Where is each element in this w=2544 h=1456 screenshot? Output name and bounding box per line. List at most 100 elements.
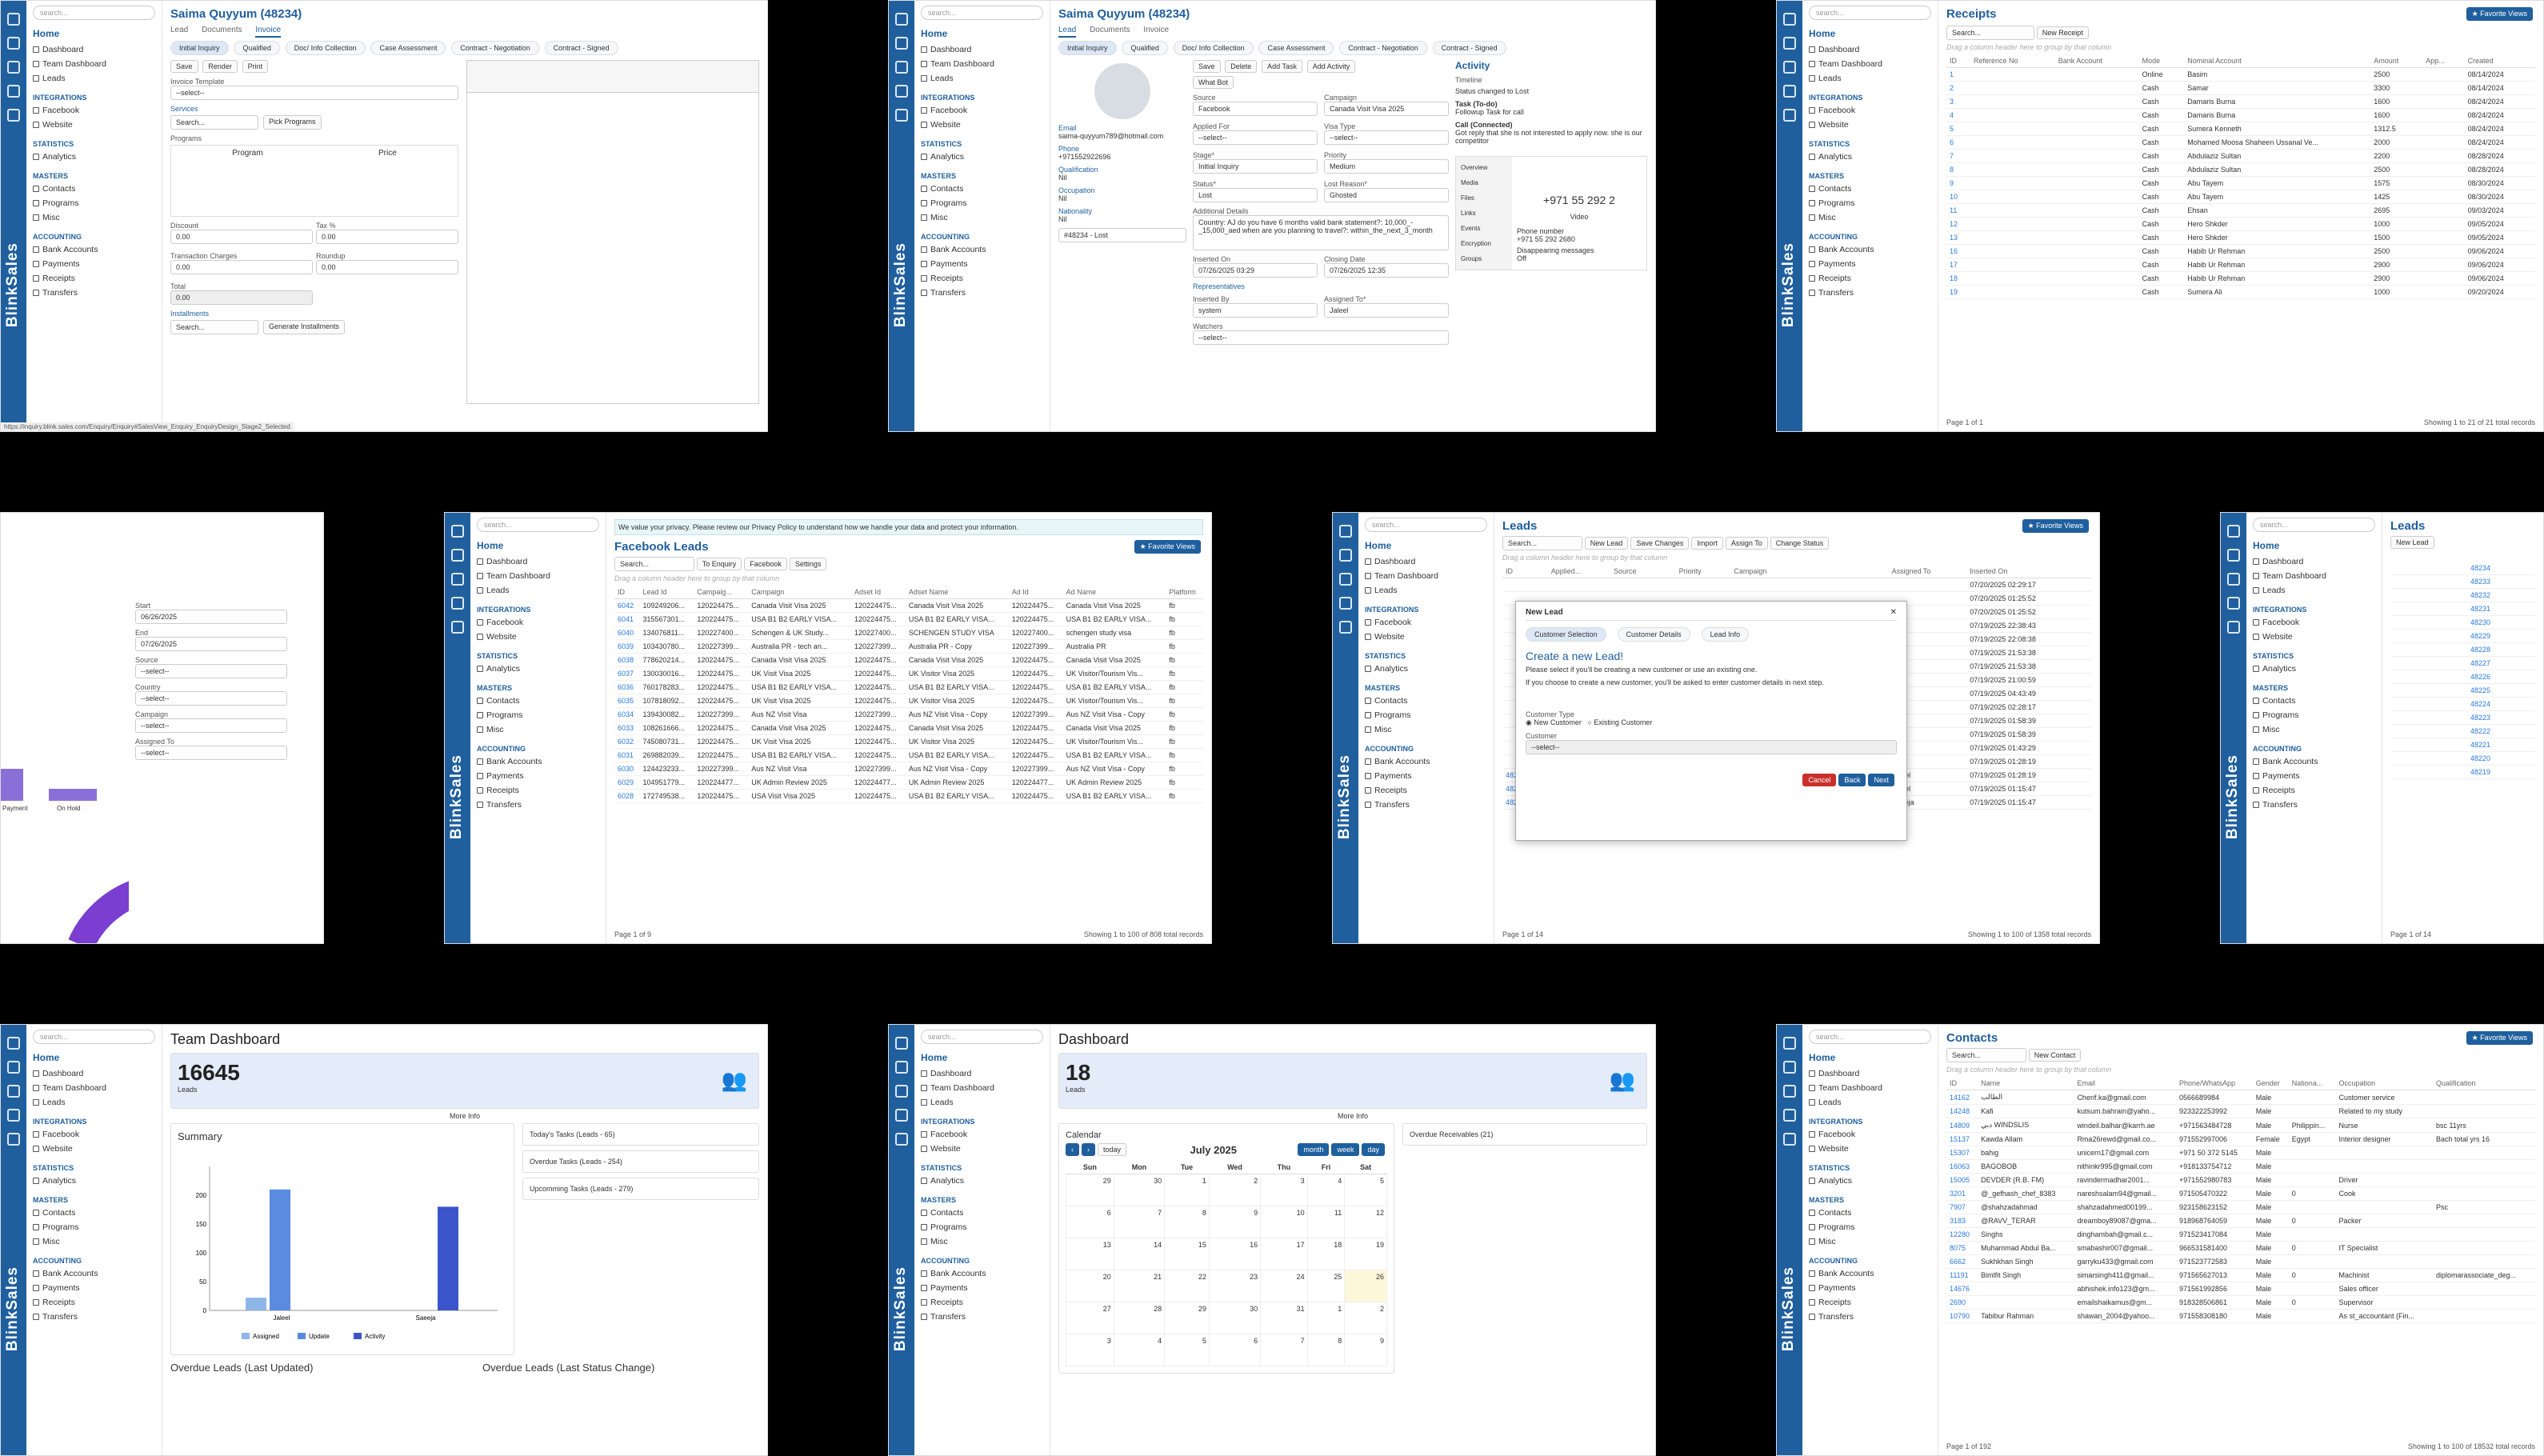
additional-details-textarea[interactable]: Country: AJ do you have 6 months valid b… — [1193, 215, 1449, 250]
home-icon[interactable] — [895, 1037, 908, 1050]
today-button[interactable]: today — [1098, 1143, 1127, 1156]
sidebar-item-payments[interactable]: Payments — [33, 257, 155, 271]
sidebar-item-misc[interactable]: Misc — [1365, 722, 1487, 737]
sidebar-item-team-dashboard[interactable]: Team Dashboard — [477, 569, 599, 583]
table-cell[interactable]: 2690 — [1946, 1295, 1978, 1310]
overdue-receivables[interactable]: Overdue Receivables (21) — [1402, 1123, 1647, 1146]
tab-documents[interactable]: Documents — [1090, 26, 1130, 36]
sidebar-item-transfers[interactable]: Transfers — [1365, 798, 1487, 812]
table-row[interactable]: 6030 124423233... 120227399... Aus NZ Visit… — [614, 762, 1203, 776]
calendar-day[interactable]: 29 — [1164, 1302, 1210, 1334]
sidebar-item-facebook[interactable]: Facebook — [921, 103, 1043, 118]
calendar-day[interactable]: 23 — [1208, 1270, 1262, 1302]
list-item[interactable]: 48228 — [2390, 643, 2535, 657]
sidebar-item-dashboard[interactable]: Dashboard — [1365, 554, 1487, 569]
sidebar-item-payments[interactable]: Payments — [1809, 257, 1931, 271]
campaign-select[interactable]: Canada Visit Visa 2025 — [1324, 102, 1449, 116]
sidebar-item-analytics[interactable]: Analytics — [477, 662, 599, 676]
sidebar-item-bank-accounts[interactable]: Bank Accounts — [1809, 242, 1931, 257]
table-cell[interactable]: 18 — [1946, 271, 1970, 286]
table-row[interactable]: 15307 bahig unicern17@gmail.com +971 50 372… — [1946, 1146, 2535, 1160]
column-header[interactable]: Email — [2074, 1077, 2176, 1090]
table-row[interactable]: 10790 Tabibur Rahman shawan_2004@yahoo... 9… — [1946, 1309, 2535, 1323]
favorite-views-button[interactable]: ★ Favorite Views — [2466, 7, 2533, 21]
table-cell[interactable]: 16063 — [1946, 1159, 1978, 1174]
sidebar-item-leads[interactable]: Leads — [477, 583, 599, 598]
sidebar-item-contacts[interactable]: Contacts — [1809, 182, 1931, 196]
tab-invoice[interactable]: Invoice — [255, 26, 282, 38]
services-search[interactable]: Search... — [170, 115, 258, 130]
table-row[interactable]: 4 Cash Damaris Burna 1600 08/24/2024 — [1946, 108, 2535, 122]
calendar-day[interactable]: 26 — [1344, 1270, 1387, 1302]
calendar-day[interactable]: 7 — [1113, 1206, 1166, 1238]
calendar-day[interactable]: 22 — [1164, 1270, 1210, 1302]
table-cell[interactable]: 14162 — [1946, 1090, 1978, 1105]
sidebar-item-dashboard[interactable]: Dashboard — [33, 1066, 155, 1081]
calendar-day[interactable]: 28 — [1113, 1302, 1166, 1334]
calendar-day[interactable]: 9 — [1208, 1206, 1262, 1238]
status-select[interactable]: Lost — [1193, 188, 1318, 202]
calendar-day[interactable]: 9 — [1344, 1334, 1387, 1366]
import-button[interactable]: Import — [1691, 537, 1723, 550]
sidebar-item-team-dashboard[interactable]: Team Dashboard — [921, 1081, 1043, 1095]
sidebar-item-bank-accounts[interactable]: Bank Accounts — [33, 242, 155, 257]
table-cell[interactable]: 3 — [1946, 94, 1970, 109]
sidebar-home[interactable]: Home — [2253, 538, 2375, 554]
sidebar-item-leads[interactable]: Leads — [921, 71, 1043, 86]
table-row[interactable]: 2690 emailshaikamus@gm... 918328506861 Male… — [1946, 1295, 2535, 1310]
change-status-button[interactable]: Change Status — [1770, 537, 1830, 550]
sidebar-item-facebook[interactable]: Facebook — [921, 1127, 1043, 1142]
overdue-tasks[interactable]: Overdue Tasks (Leads - 254) — [522, 1150, 759, 1173]
sidebar-item-receipts[interactable]: Receipts — [2253, 783, 2375, 798]
column-header[interactable]: Applied... — [1547, 565, 1610, 578]
table-row[interactable]: 5 Cash Sumera Kenneth 1312.5 08/24/2024 — [1946, 122, 2535, 136]
tab-lead[interactable]: Lead — [170, 26, 188, 36]
chart-icon[interactable] — [895, 85, 908, 98]
table-cell[interactable]: 10790 — [1946, 1309, 1978, 1323]
table-cell[interactable]: 6662 — [1946, 1254, 1978, 1269]
calendar-day[interactable]: 21 — [1113, 1270, 1166, 1302]
applied-select[interactable]: --select-- — [1193, 130, 1318, 145]
table-cell[interactable]: 14676 — [1946, 1282, 1978, 1296]
table-cell[interactable]: 6040 — [614, 626, 640, 640]
table-row[interactable]: 12 Cash Hero Shkder 1000 09/05/2024 — [1946, 217, 2535, 231]
table-cell[interactable]: 2 — [1946, 81, 1970, 95]
sidebar-item-payments[interactable]: Payments — [1809, 1281, 1931, 1295]
table-cell[interactable]: 17 — [1946, 258, 1970, 272]
sidebar-item-analytics[interactable]: Analytics — [1365, 662, 1487, 676]
table-row[interactable]: 10 Cash Abu Tayem 1425 08/30/2024 — [1946, 190, 2535, 204]
tools-icon[interactable] — [1783, 1061, 1796, 1074]
home-icon[interactable] — [7, 1037, 20, 1050]
sidebar-home[interactable]: Home — [33, 1050, 155, 1066]
list-item[interactable]: 48232 — [2390, 589, 2535, 602]
roundup-input[interactable]: 0.00 — [316, 260, 458, 274]
settings-icon[interactable] — [895, 109, 908, 122]
visatype-select[interactable]: --select-- — [1324, 130, 1449, 145]
sidebar-item-payments[interactable]: Payments — [921, 257, 1043, 271]
add-task-button[interactable]: Add Task — [1262, 60, 1302, 73]
column-header[interactable]: ID — [1946, 54, 1970, 68]
sidebar-search-input[interactable]: search... — [33, 1030, 155, 1044]
stage-6[interactable]: Contract - Signed — [1432, 41, 1506, 55]
installments-search[interactable]: Search... — [170, 320, 258, 334]
column-header[interactable]: Name — [1978, 1077, 2074, 1090]
sidebar-item-bank-accounts[interactable]: Bank Accounts — [921, 1266, 1043, 1281]
list-item[interactable]: 48222 — [2390, 725, 2535, 738]
assigned-select[interactable]: Jaleel — [1324, 303, 1449, 318]
settings-icon[interactable] — [7, 109, 20, 122]
table-row[interactable]: 3183 @RAVV_TERAR dreamboy89087@gma... 91896… — [1946, 1214, 2535, 1228]
table-row[interactable]: 14676 abhishek.info123@gm... 971561992856 M… — [1946, 1282, 2535, 1296]
table-row[interactable]: 7907 @shahzadahmad shahzadahmed00199... 923… — [1946, 1200, 2535, 1214]
rich-text-editor[interactable] — [466, 60, 759, 404]
tab-invoice[interactable]: Invoice — [1143, 26, 1169, 36]
menu-item[interactable]: Overview — [1459, 160, 1509, 175]
stage-2[interactable]: Qualified — [1122, 41, 1168, 55]
calendar-day[interactable]: 27 — [1066, 1302, 1114, 1334]
table-cell[interactable]: 3183 — [1946, 1214, 1978, 1228]
cancel-button[interactable]: Cancel — [1802, 774, 1837, 786]
sidebar-item-programs[interactable]: Programs — [1365, 708, 1487, 722]
save-changes-button[interactable]: Save Changes — [1630, 537, 1690, 550]
start-date-input[interactable]: 06/26/2025 — [135, 610, 287, 624]
table-row[interactable]: 11 Cash Ehsan 2695 09/03/2024 — [1946, 203, 2535, 218]
sidebar-item-dashboard[interactable]: Dashboard — [477, 554, 599, 569]
